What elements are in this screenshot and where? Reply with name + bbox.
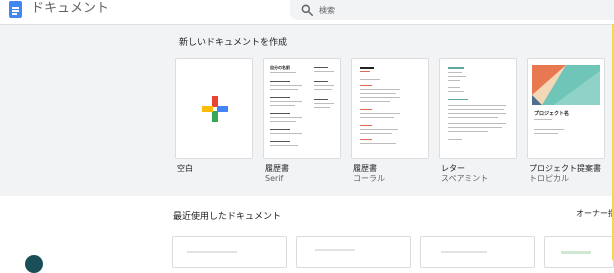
project-heading: プロジェクト名 (534, 111, 570, 117)
template-name-resume-coral[interactable]: 履歴書 (353, 164, 377, 174)
resume-serif-heading: 自分の名前 (270, 65, 290, 70)
template-name-letter-spearmint[interactable]: レター (441, 164, 465, 174)
template-section-title: 新しいドキュメントを作成 (179, 38, 288, 48)
recent-doc-card[interactable] (544, 236, 614, 268)
search-bar[interactable] (290, 0, 614, 20)
template-name-blank[interactable]: 空白 (177, 164, 193, 174)
template-subtitle-resume-serif: Serif (265, 174, 284, 183)
app-header: ドキュメント (0, 0, 614, 25)
template-project-tropical[interactable]: プロジェクト名 (527, 58, 605, 159)
template-blank[interactable] (175, 58, 253, 159)
template-name-project-tropical[interactable]: プロジェクト提案書 (529, 164, 601, 174)
search-input[interactable] (319, 2, 599, 18)
recent-doc-card[interactable] (296, 236, 411, 268)
template-subtitle-resume-coral: コーラル (353, 174, 385, 183)
owner-filter-dropdown[interactable]: オーナー指 (576, 208, 614, 219)
template-subtitle-letter-spearmint: スペアミント (441, 174, 489, 183)
plus-icon (202, 96, 228, 122)
app-title: ドキュメント (31, 1, 110, 16)
recent-doc-card[interactable] (420, 236, 535, 268)
search-icon[interactable] (300, 3, 314, 17)
template-resume-coral[interactable] (351, 58, 429, 159)
recent-doc-card[interactable] (172, 236, 287, 268)
template-letter-spearmint[interactable] (439, 58, 517, 159)
template-gallery: 新しいドキュメントを作成 空白 自分の名前 履歴書 Serif 履歴書 コーラル… (0, 25, 612, 196)
tropical-illustration (532, 65, 600, 105)
template-name-resume-serif[interactable]: 履歴書 (265, 164, 289, 174)
docs-app-icon[interactable] (9, 1, 22, 18)
recent-documents-title: 最近使用したドキュメント (173, 212, 282, 222)
template-subtitle-project-tropical: トロピカル (529, 174, 569, 183)
avatar[interactable] (25, 255, 43, 273)
template-resume-serif[interactable]: 自分の名前 (263, 58, 341, 159)
